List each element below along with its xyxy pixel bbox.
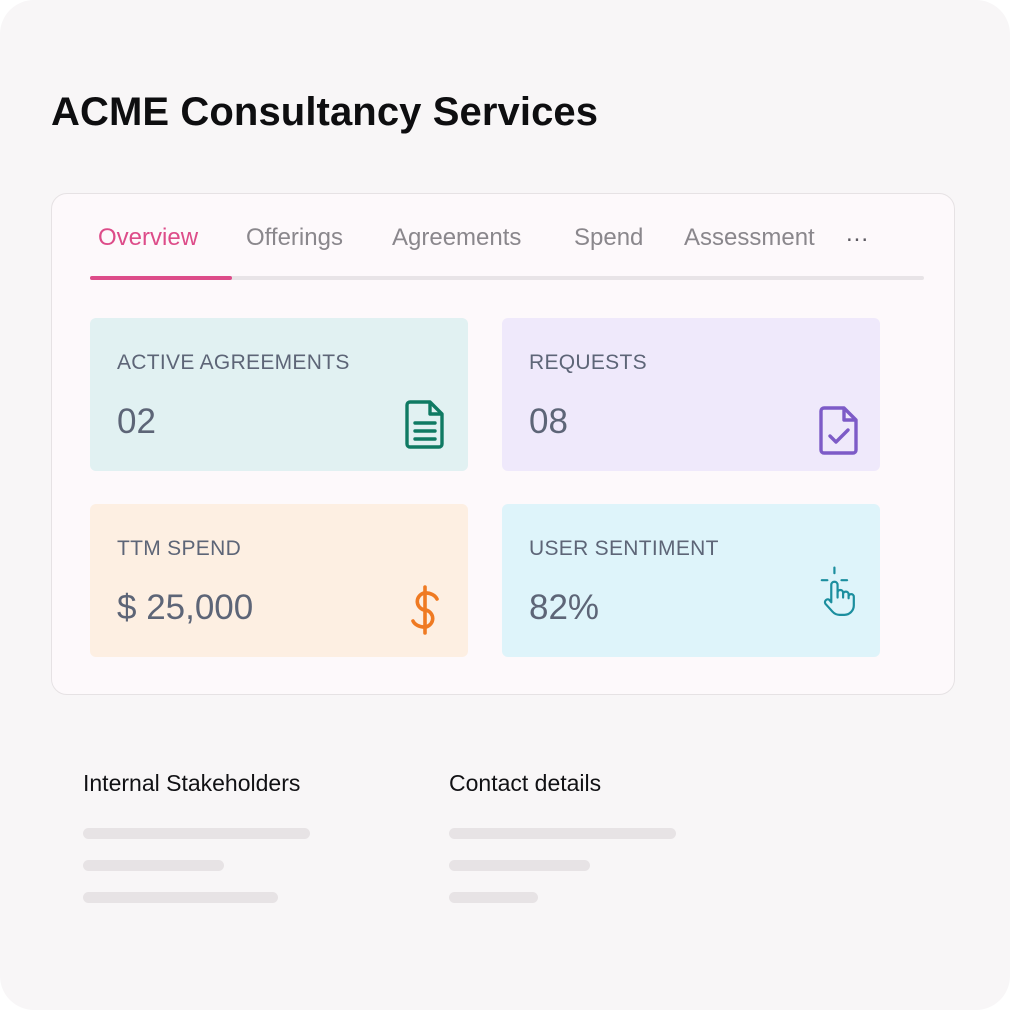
stat-label: REQUESTS <box>529 351 647 374</box>
stakeholder-placeholder-line <box>83 828 310 839</box>
stat-card-user-sentiment[interactable]: USER SENTIMENT 82% <box>502 504 880 657</box>
contact-placeholder-line <box>449 860 590 871</box>
page-title: ACME Consultancy Services <box>51 90 599 134</box>
stat-value: 08 <box>529 402 568 441</box>
stat-label: ACTIVE AGREEMENTS <box>117 351 350 374</box>
stakeholder-placeholder-line <box>83 892 278 903</box>
stat-card-ttm-spend[interactable]: TTM SPEND $ 25,000 <box>90 504 468 657</box>
app-frame: ACME Consultancy Services Overview Offer… <box>0 0 1010 1010</box>
stat-card-active-agreements[interactable]: ACTIVE AGREEMENTS 02 <box>90 318 468 471</box>
active-tab-indicator <box>90 276 232 280</box>
stat-label: USER SENTIMENT <box>529 537 719 560</box>
dollar-icon <box>411 585 439 635</box>
tab-offerings[interactable]: Offerings <box>246 224 343 252</box>
tap-hand-icon <box>820 566 855 616</box>
contact-details-heading: Contact details <box>449 770 602 796</box>
overview-card: Overview Offerings Agreements Spend Asse… <box>51 193 955 695</box>
tab-bar: Overview Offerings Agreements Spend Asse… <box>90 194 924 280</box>
internal-stakeholders-heading: Internal Stakeholders <box>83 770 301 796</box>
tab-spend[interactable]: Spend <box>574 224 643 252</box>
more-tabs-button[interactable]: ... <box>846 220 869 248</box>
tab-assessment[interactable]: Assessment <box>684 224 815 252</box>
contact-placeholder-line <box>449 892 538 903</box>
tab-agreements[interactable]: Agreements <box>392 224 521 252</box>
stakeholder-placeholder-line <box>83 860 224 871</box>
tab-overview[interactable]: Overview <box>98 224 198 252</box>
document-icon <box>405 400 444 449</box>
contact-placeholder-line <box>449 828 676 839</box>
stat-card-requests[interactable]: REQUESTS 08 <box>502 318 880 471</box>
stat-value: $ 25,000 <box>117 588 254 627</box>
stat-label: TTM SPEND <box>117 537 242 560</box>
stat-value: 82% <box>529 588 600 627</box>
document-check-icon <box>819 406 858 455</box>
stat-value: 02 <box>117 402 156 441</box>
